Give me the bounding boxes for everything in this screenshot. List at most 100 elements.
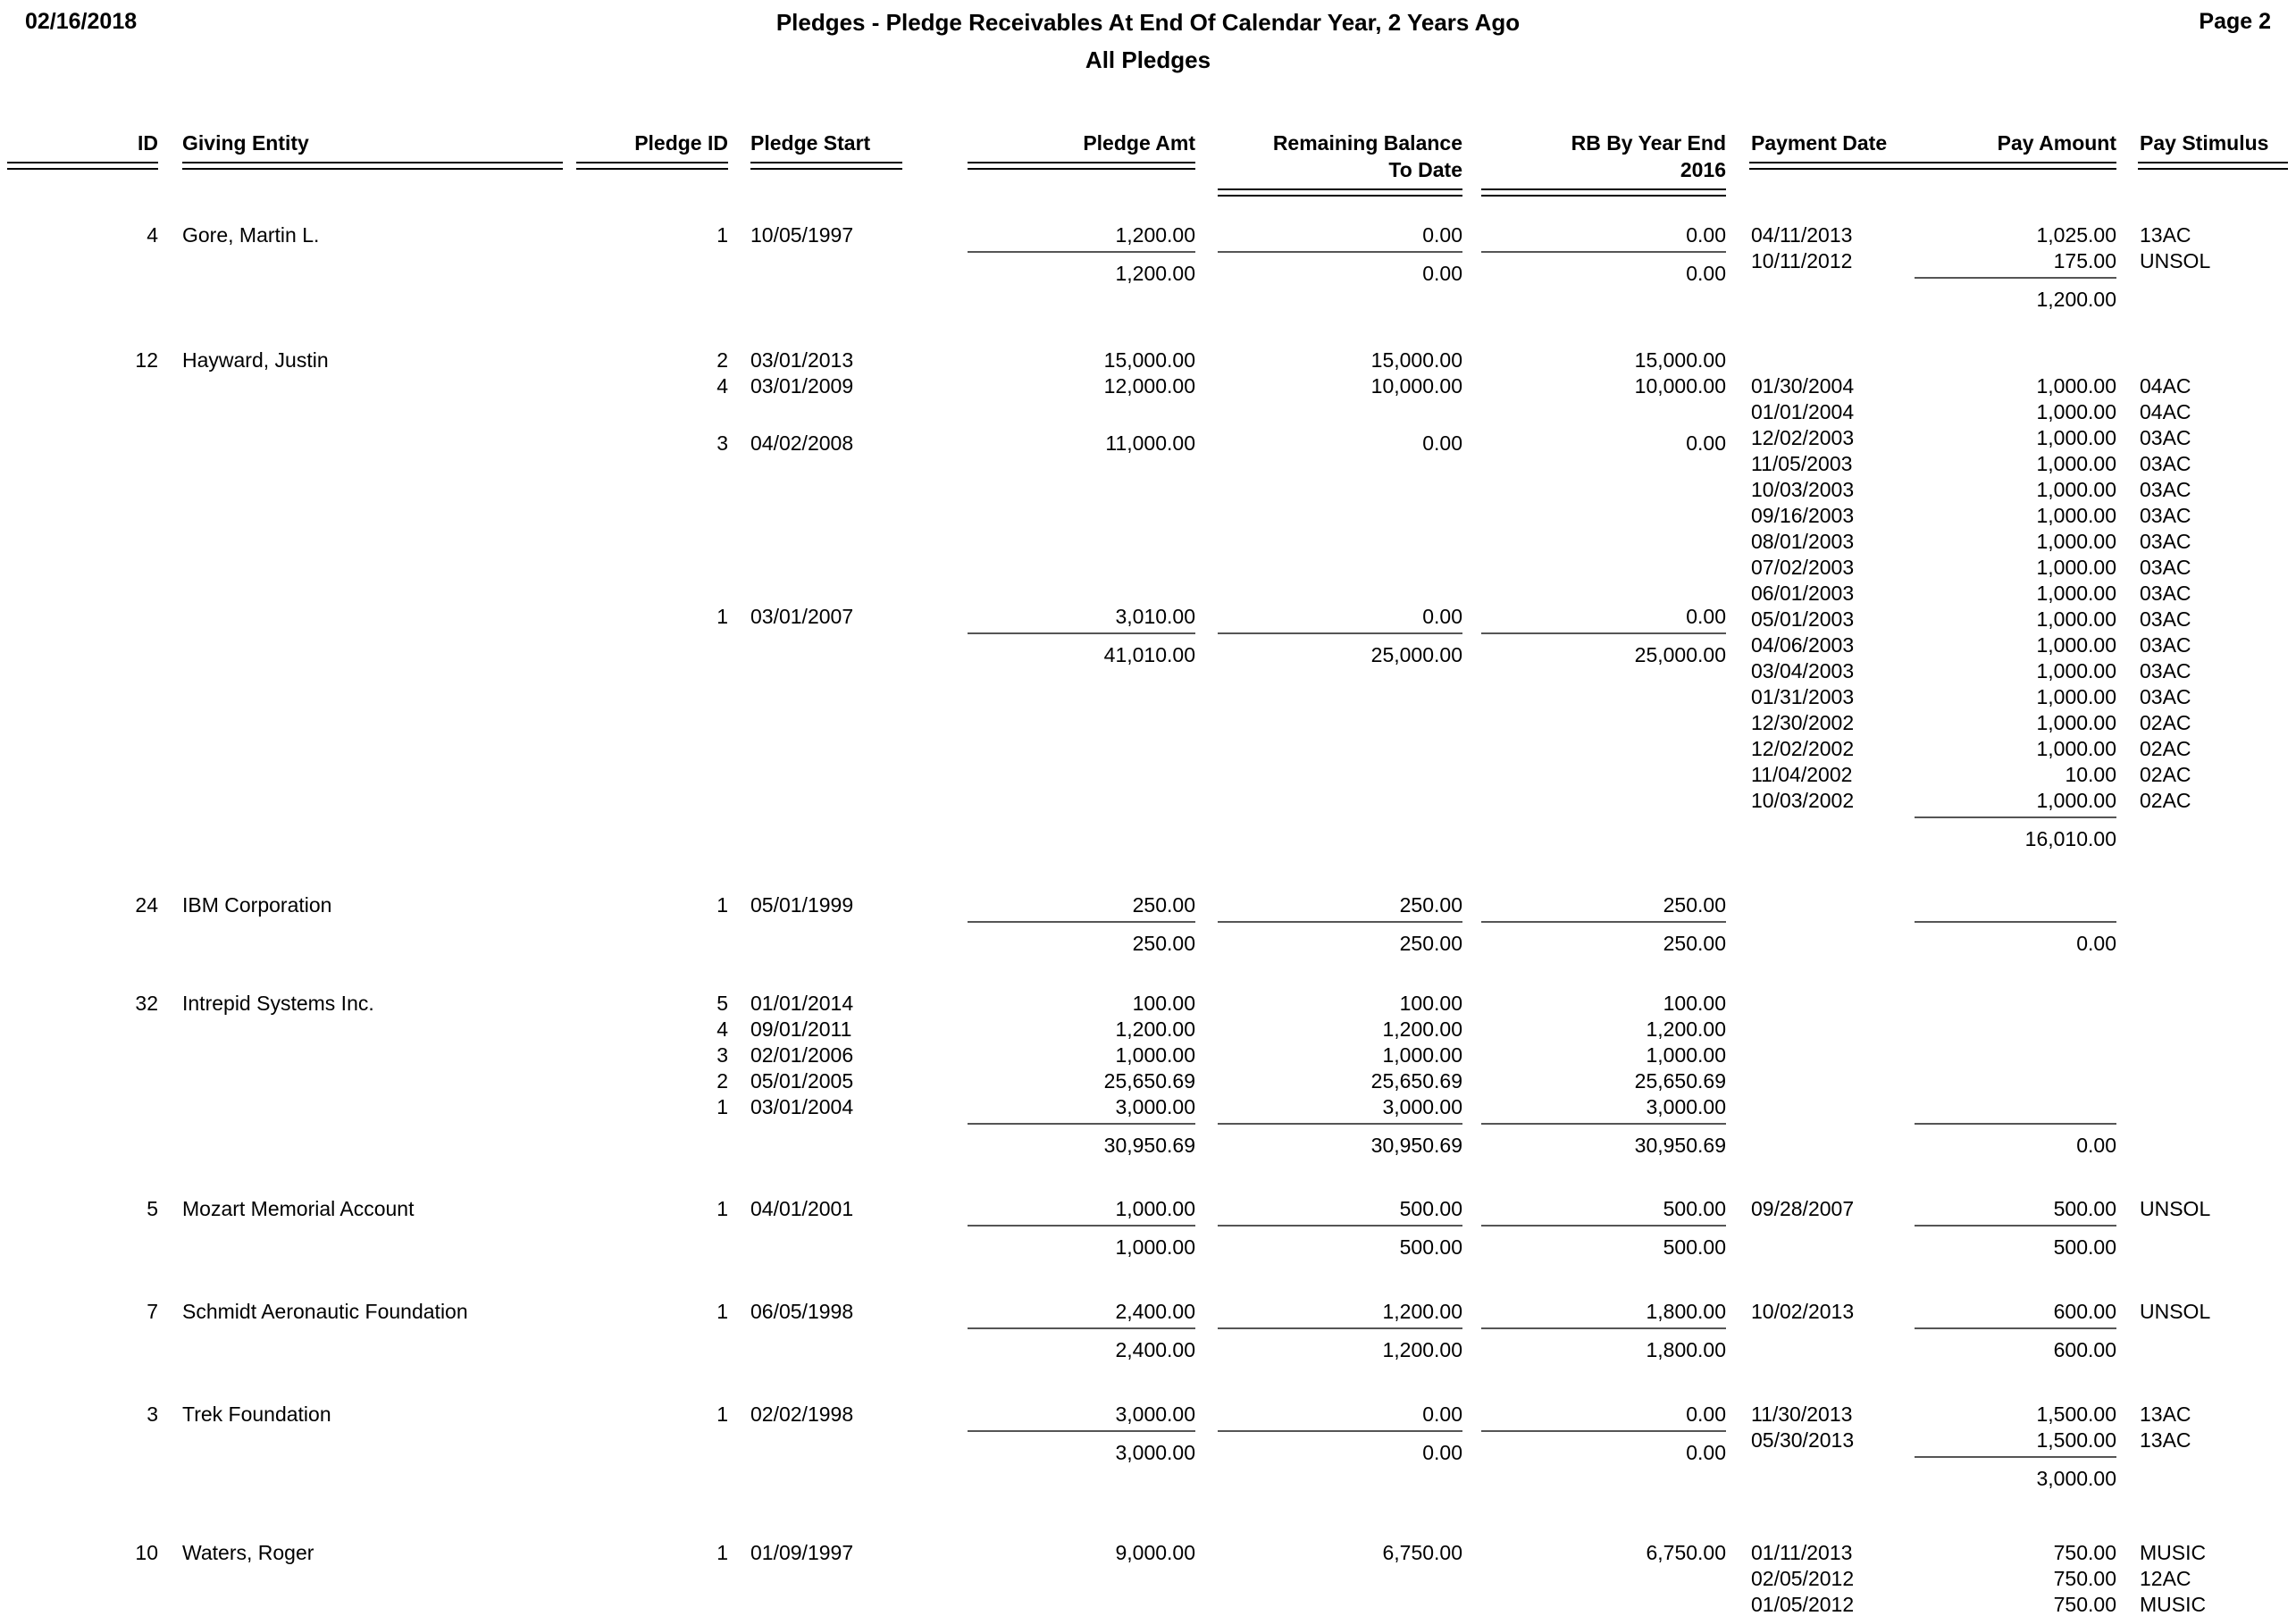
pay-stimulus-value: 02AC	[2140, 737, 2191, 760]
remaining-balance-value: 100.00	[1399, 992, 1462, 1015]
rb-by-year-end-value: 0.00	[1686, 431, 1726, 455]
pledge-id-value: 4	[716, 374, 728, 398]
pledge-start-value: 01/09/1997	[750, 1541, 854, 1564]
pledge-id-value: 1	[716, 605, 728, 628]
rb-by-year-end-subtotal-rule	[1481, 921, 1726, 923]
rb-by-year-end-value: 6,750.00	[1646, 1541, 1726, 1564]
remaining-balance-value: 6,750.00	[1382, 1541, 1462, 1564]
pay-stimulus-value: 12AC	[2140, 1567, 2191, 1590]
pay-amount-value: 1,000.00	[2036, 400, 2116, 423]
remaining-balance-subtotal: 25,000.00	[1370, 643, 1462, 666]
pay-amount-value: 10.00	[2065, 763, 2116, 786]
pay-amount-subtotal: 16,010.00	[2024, 827, 2116, 850]
pay-stimulus-value: UNSOL	[2140, 1197, 2211, 1220]
pledge-amt-value: 1,200.00	[1115, 1017, 1195, 1041]
pledge-amt-subtotal: 1,000.00	[1115, 1235, 1195, 1259]
pay-stimulus-value: UNSOL	[2140, 1300, 2211, 1323]
pay-amount-value: 1,000.00	[2036, 556, 2116, 579]
remaining-balance-value: 3,000.00	[1382, 1095, 1462, 1118]
pledge-amt-value: 1,000.00	[1115, 1197, 1195, 1220]
pledge-amt-value: 1,200.00	[1115, 223, 1195, 247]
pay-stimulus-value: 03AC	[2140, 633, 2191, 657]
pledge-amt-value: 1,000.00	[1115, 1043, 1195, 1067]
report-body: 4 Gore, Martin L. 1 10/05/1997 1,200.00 0.00 0…	[0, 0, 2296, 1616]
pay-stimulus-value: 03AC	[2140, 685, 2191, 708]
pledge-amt-subtotal: 2,400.00	[1115, 1338, 1195, 1361]
pay-amount-value: 175.00	[2053, 249, 2116, 272]
pledge-amt-value: 2,400.00	[1115, 1300, 1195, 1323]
pay-stimulus-value: 04AC	[2140, 400, 2191, 423]
remaining-balance-value: 0.00	[1422, 605, 1462, 628]
pledge-id-value: 4	[716, 1017, 728, 1041]
rb-by-year-end-subtotal-rule	[1481, 1430, 1726, 1432]
pay-stimulus-value: 03AC	[2140, 452, 2191, 475]
pay-amount-subtotal: 0.00	[2076, 932, 2116, 955]
rb-by-year-end-subtotal: 0.00	[1686, 262, 1726, 285]
pledge-amt-value: 12,000.00	[1103, 374, 1195, 398]
pledge-id-value: 2	[716, 1069, 728, 1093]
pay-amount-value: 750.00	[2053, 1593, 2116, 1616]
pledge-amt-subtotal-rule	[968, 251, 1195, 253]
pledge-start-value: 10/05/1997	[750, 223, 854, 247]
pay-amount-subtotal-rule	[1915, 1123, 2116, 1125]
pay-amount-value: 1,025.00	[2036, 223, 2116, 247]
pay-amount-subtotal-rule	[1915, 1456, 2116, 1458]
pay-amount-value: 1,000.00	[2036, 659, 2116, 682]
remaining-balance-subtotal: 1,200.00	[1382, 1338, 1462, 1361]
rb-by-year-end-value: 0.00	[1686, 223, 1726, 247]
pay-stimulus-value: 13AC	[2140, 223, 2191, 247]
group-id: 12	[135, 348, 158, 372]
pledge-amt-subtotal-rule	[968, 1225, 1195, 1227]
pay-stimulus-value: 04AC	[2140, 374, 2191, 398]
pledge-start-value: 09/01/2011	[750, 1017, 852, 1041]
pledge-amt-subtotal-rule	[968, 1123, 1195, 1125]
pledge-start-value: 03/01/2004	[750, 1095, 854, 1118]
rb-by-year-end-value: 1,800.00	[1646, 1300, 1726, 1323]
remaining-balance-subtotal: 500.00	[1399, 1235, 1462, 1259]
pay-amount-value: 1,000.00	[2036, 530, 2116, 553]
pay-amount-value: 1,000.00	[2036, 737, 2116, 760]
pay-stimulus-value: MUSIC	[2140, 1593, 2207, 1616]
pledge-start-value: 04/02/2008	[750, 431, 854, 455]
pledge-amt-value: 3,000.00	[1115, 1402, 1195, 1426]
pledge-start-value: 02/01/2006	[750, 1043, 854, 1067]
pay-amount-subtotal-rule	[1915, 1225, 2116, 1227]
rb-by-year-end-value: 500.00	[1663, 1197, 1726, 1220]
pay-amount-subtotal-rule	[1915, 921, 2116, 923]
pay-amount-value: 1,000.00	[2036, 685, 2116, 708]
pay-amount-subtotal: 600.00	[2053, 1338, 2116, 1361]
pledge-id-value: 1	[716, 1197, 728, 1220]
rb-by-year-end-value: 10,000.00	[1634, 374, 1726, 398]
pay-stimulus-value: 03AC	[2140, 530, 2191, 553]
remaining-balance-value: 0.00	[1422, 431, 1462, 455]
pledge-start-value: 06/05/1998	[750, 1300, 854, 1323]
rb-by-year-end-subtotal: 250.00	[1663, 932, 1726, 955]
pledge-amt-value: 9,000.00	[1115, 1541, 1195, 1564]
pay-amount-value: 1,000.00	[2036, 711, 2116, 734]
pledge-start-value: 05/01/2005	[750, 1069, 854, 1093]
pledge-id-value: 1	[716, 893, 728, 917]
pay-amount-value: 1,000.00	[2036, 582, 2116, 605]
remaining-balance-subtotal-rule	[1218, 632, 1462, 634]
pledge-amt-subtotal-rule	[968, 1327, 1195, 1329]
pledge-amt-value: 15,000.00	[1103, 348, 1195, 372]
remaining-balance-value: 1,200.00	[1382, 1017, 1462, 1041]
pledge-amt-subtotal: 1,200.00	[1115, 262, 1195, 285]
group-id: 10	[135, 1541, 158, 1564]
pledge-amt-value: 25,650.69	[1103, 1069, 1195, 1093]
remaining-balance-subtotal-rule	[1218, 1327, 1462, 1329]
pay-stimulus-value: 03AC	[2140, 607, 2191, 631]
pay-stimulus-value: 03AC	[2140, 478, 2191, 501]
remaining-balance-value: 0.00	[1422, 1402, 1462, 1426]
pay-amount-value: 1,000.00	[2036, 426, 2116, 449]
pledge-id-value: 1	[716, 1300, 728, 1323]
rb-by-year-end-value: 15,000.00	[1634, 348, 1726, 372]
pledge-start-value: 03/01/2007	[750, 605, 854, 628]
pledge-id-value: 1	[716, 1095, 728, 1118]
pay-stimulus-value: 03AC	[2140, 556, 2191, 579]
rb-by-year-end-value: 100.00	[1663, 992, 1726, 1015]
remaining-balance-subtotal-rule	[1218, 1430, 1462, 1432]
remaining-balance-value: 10,000.00	[1370, 374, 1462, 398]
remaining-balance-subtotal-rule	[1218, 921, 1462, 923]
remaining-balance-subtotal-rule	[1218, 1225, 1462, 1227]
